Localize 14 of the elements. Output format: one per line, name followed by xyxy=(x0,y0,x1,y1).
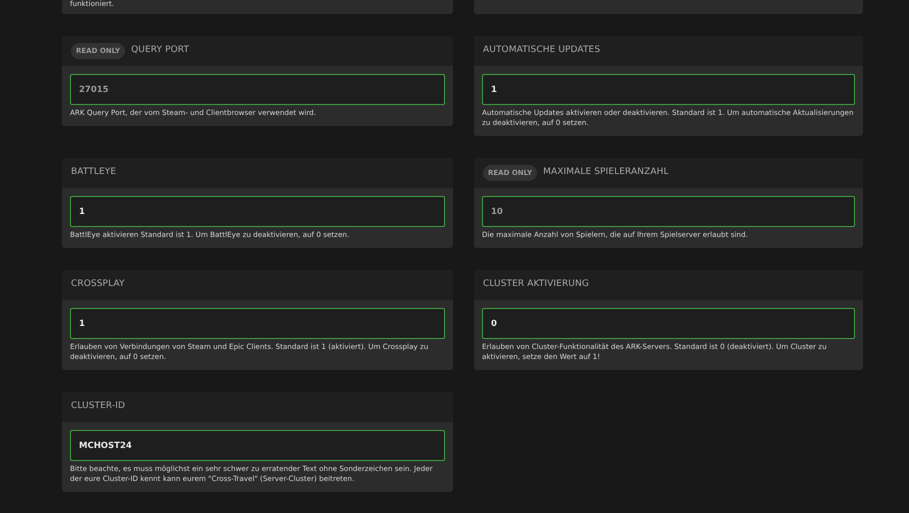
input-field[interactable]: MCHOST24 xyxy=(70,430,445,461)
field-label: BATTLEYE xyxy=(71,166,116,180)
input-field[interactable]: 0 xyxy=(482,308,855,339)
field-label: CROSSPLAY xyxy=(71,278,125,292)
field-label: AUTOMATISCHE UPDATES xyxy=(483,44,600,58)
input-field[interactable]: 27015 xyxy=(70,74,445,105)
input-field[interactable]: 1 xyxy=(70,196,445,227)
input-field[interactable]: 1 xyxy=(482,74,855,105)
input-field[interactable]: 10 xyxy=(482,196,855,227)
field-label: CLUSTER AKTIVIERUNG xyxy=(483,278,589,292)
field-label: MAXIMALE SPIELERANZAHL xyxy=(543,166,669,180)
field-label: CLUSTER-ID xyxy=(71,400,126,414)
field-label: QUERY PORT xyxy=(131,44,190,58)
input-field[interactable]: 1 xyxy=(70,308,445,339)
